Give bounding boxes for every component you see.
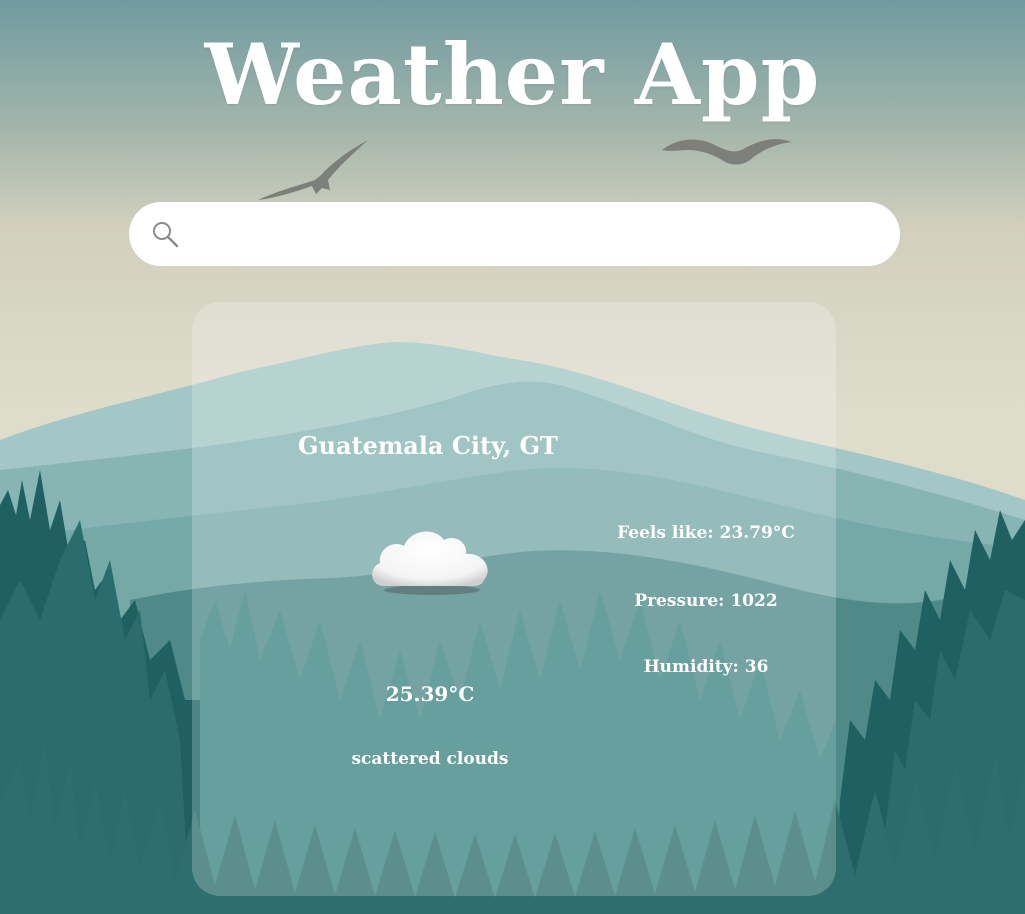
feels-like-value: 23.79°C: [719, 523, 795, 543]
pressure-value: 1022: [730, 591, 778, 611]
humidity-value: 36: [744, 657, 769, 677]
temperature: 25.39°C: [385, 682, 475, 706]
pressure-label: Pressure:: [634, 591, 731, 611]
cloud-icon: [372, 531, 488, 595]
weather-description: scattered clouds: [351, 749, 509, 769]
search-bar[interactable]: [129, 202, 900, 266]
feels-like-label: Feels like:: [617, 523, 720, 543]
search-icon[interactable]: [151, 220, 179, 248]
search-input[interactable]: [193, 212, 877, 258]
humidity: Humidity: 36: [576, 655, 836, 679]
city-name: Guatemala City, GT: [298, 431, 558, 460]
humidity-label: Humidity:: [643, 657, 745, 677]
feels-like: Feels like: 23.79°C: [576, 521, 836, 545]
pressure: Pressure: 1022: [576, 589, 836, 613]
app-title: Weather App: [204, 25, 821, 124]
